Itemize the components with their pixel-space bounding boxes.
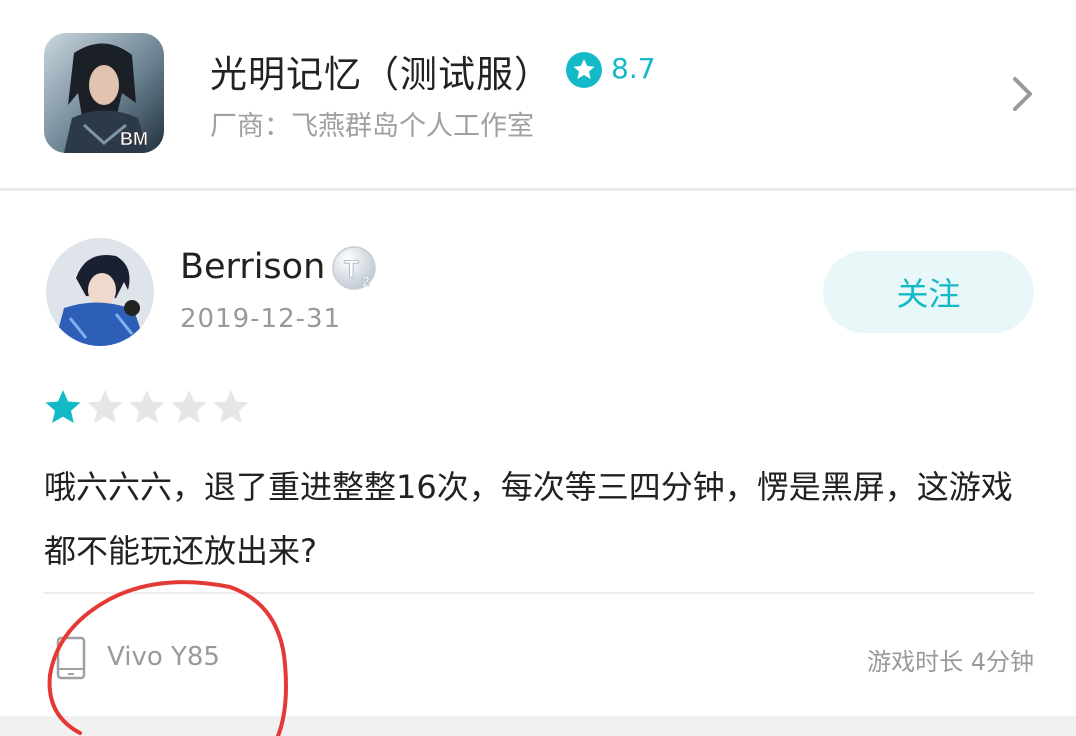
avatar[interactable] <box>46 238 154 346</box>
svg-text:T: T <box>344 256 359 283</box>
review-text: 哦六六六，退了重进整整16次，每次等三四分钟，愣是黑屏，这游戏都不能玩还放出来? <box>44 468 1013 570</box>
game-vendor: 厂商：飞燕群岛个人工作室 <box>210 111 534 142</box>
username[interactable]: Berrison <box>180 247 325 287</box>
review-date: 2019-12-31 <box>180 304 342 334</box>
device-name: Vivo Y85 <box>107 642 220 672</box>
level-badge-icon: T 2 <box>332 246 376 290</box>
game-header[interactable]: BM 光明记忆（测试服） 8.7 厂商：飞燕群岛个人工作室 <box>0 0 1076 188</box>
section-divider <box>0 188 1076 191</box>
game-rating: 8.7 <box>611 52 656 85</box>
star-badge-icon <box>566 52 602 88</box>
game-title: 光明记忆（测试服） <box>210 53 552 96</box>
star-empty-icon <box>171 390 207 423</box>
review-divider <box>44 592 1034 594</box>
game-icon[interactable]: BM <box>44 33 164 153</box>
star-empty-icon <box>129 390 165 423</box>
svg-text:2: 2 <box>362 273 370 289</box>
bottom-separator <box>0 716 1076 736</box>
rating-stars <box>44 388 250 430</box>
star-filled-icon <box>45 390 81 423</box>
follow-button[interactable]: 关注 <box>823 251 1034 333</box>
star-empty-icon <box>213 390 249 423</box>
chevron-right-icon[interactable] <box>1008 74 1038 114</box>
playtime: 游戏时长 4分钟 <box>867 648 1034 676</box>
star-empty-icon <box>87 390 123 423</box>
phone-icon <box>56 636 86 680</box>
game-icon-label: BM <box>120 129 148 149</box>
